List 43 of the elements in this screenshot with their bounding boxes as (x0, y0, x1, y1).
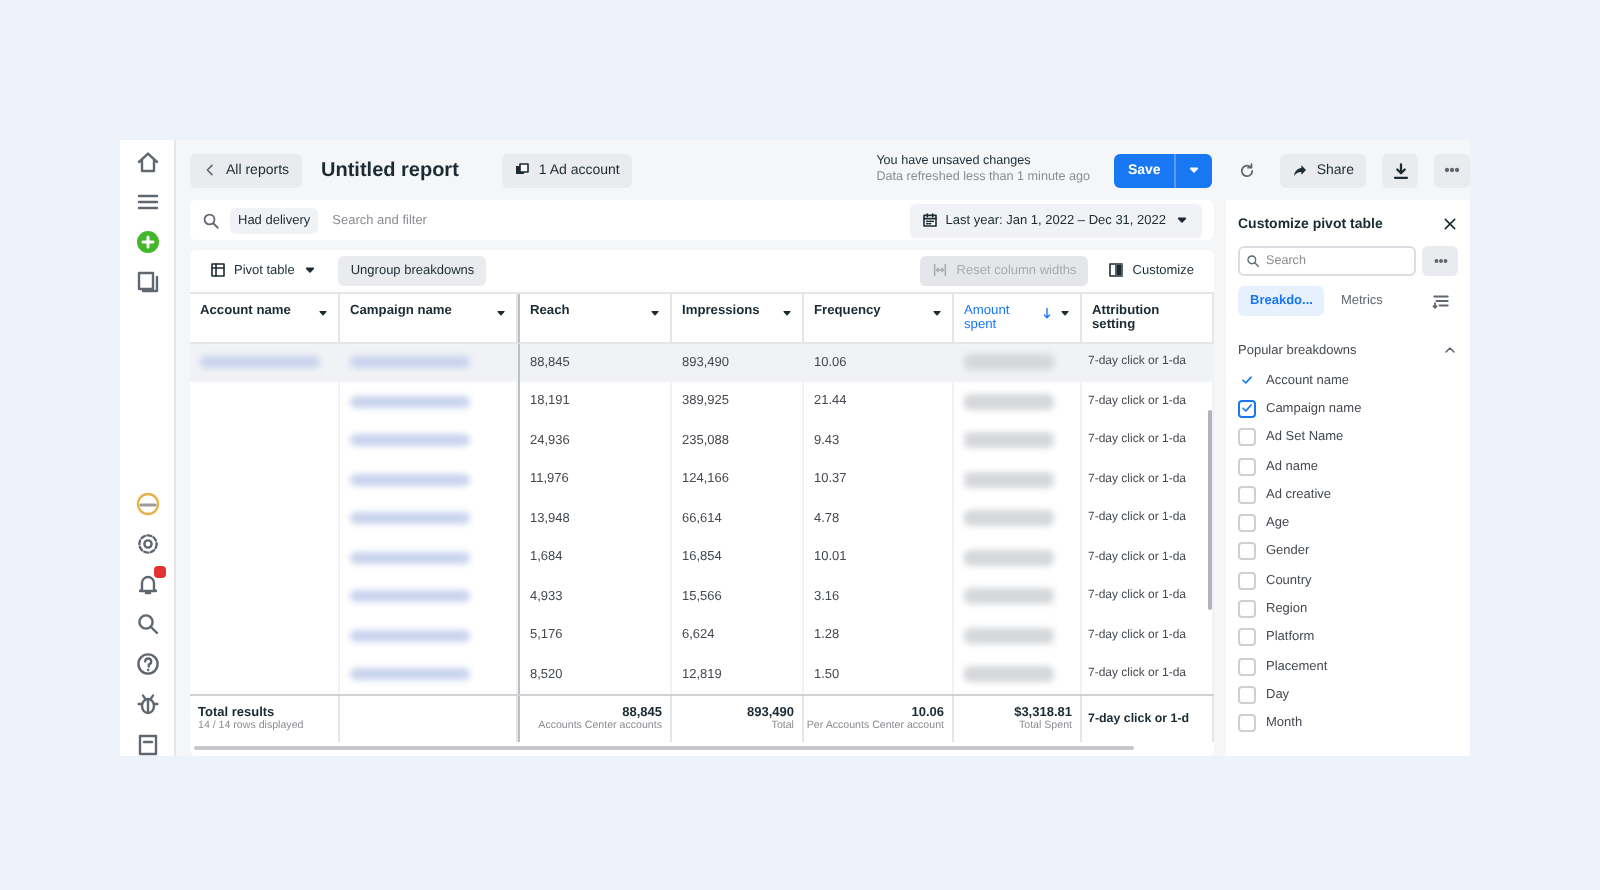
horizontal-scrollbar[interactable] (194, 746, 1134, 750)
save-options-button[interactable] (1174, 153, 1213, 187)
caret-icon[interactable] (648, 305, 662, 320)
bug-icon[interactable] (135, 692, 159, 716)
close-icon[interactable] (1442, 216, 1458, 232)
download-button[interactable] (1382, 153, 1418, 187)
more-button[interactable] (1434, 153, 1470, 187)
chevron-left-icon (202, 162, 218, 178)
settings-icon[interactable] (135, 532, 159, 556)
caret-icon[interactable] (780, 305, 794, 320)
refresh-icon (1237, 161, 1256, 179)
vertical-scrollbar[interactable] (1208, 410, 1212, 610)
chevron-up-icon[interactable] (1442, 342, 1458, 358)
search-icon (202, 211, 220, 229)
document-icon[interactable] (135, 732, 159, 756)
caret-icon[interactable] (316, 305, 330, 320)
pivot-table-icon (210, 262, 226, 279)
home-icon[interactable] (135, 150, 159, 174)
menu-icon[interactable] (135, 190, 159, 214)
bell-icon[interactable] (135, 572, 159, 596)
resize-icon (932, 262, 949, 279)
help-icon[interactable] (135, 652, 159, 676)
columns-icon (1108, 262, 1125, 279)
caret-icon[interactable] (930, 305, 944, 320)
plus-icon[interactable] (135, 230, 159, 254)
caret-icon[interactable] (494, 305, 508, 320)
checkbox[interactable] (1238, 399, 1256, 418)
sort-arrow-icon (1040, 305, 1054, 320)
sort-icon[interactable] (1432, 292, 1450, 310)
more-button[interactable] (1422, 246, 1458, 276)
avatar-icon[interactable] (135, 492, 159, 516)
search-icon[interactable] (135, 612, 159, 636)
calendar-icon (921, 212, 938, 228)
caret-icon (1174, 212, 1190, 228)
ad-account-icon (514, 162, 531, 178)
caret-icon (302, 262, 319, 279)
caret-icon (1186, 162, 1203, 178)
download-icon (1391, 161, 1409, 179)
pages-icon[interactable] (135, 270, 159, 294)
caret-icon[interactable] (1058, 305, 1072, 320)
share-icon (1292, 162, 1309, 178)
report-title: Untitled report (321, 159, 459, 181)
search-icon (1246, 254, 1260, 268)
